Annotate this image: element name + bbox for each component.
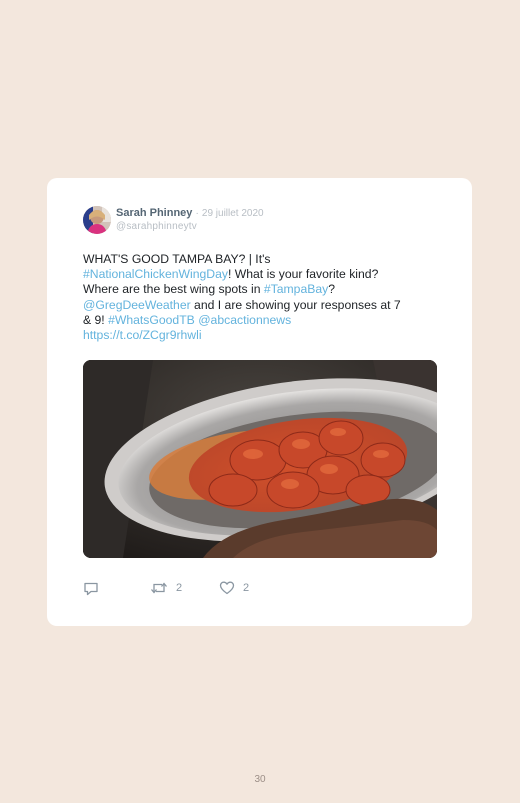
tweet-line-2: #NationalChickenWingDay! What is your fa… xyxy=(83,267,443,282)
like-button[interactable]: 2 xyxy=(219,579,249,597)
tweet-text-segment: and I are showing your responses at 7 xyxy=(190,297,401,312)
tweet-line-1: WHAT'S GOOD TAMPA BAY? | It's xyxy=(83,252,443,267)
tweet-text-segment: ! What is your favorite kind? xyxy=(227,267,379,282)
tweet-url-link[interactable]: https://t.co/ZCgr9rhwli xyxy=(83,328,202,342)
hashtag-link[interactable]: #NationalChickenWingDay xyxy=(83,267,228,281)
tweet-line-6: https://t.co/ZCgr9rhwli xyxy=(83,328,443,343)
meta-separator: · xyxy=(195,208,199,219)
author-avatar[interactable] xyxy=(83,206,111,234)
mention-link[interactable]: @GregDeeWeather xyxy=(83,298,191,312)
page-number: 30 xyxy=(254,774,266,785)
retweet-icon xyxy=(151,582,167,594)
hashtag-link[interactable]: #TampaBay xyxy=(264,282,328,296)
tweet-date[interactable]: 29 juillet 2020 xyxy=(202,208,264,219)
retweet-count: 2 xyxy=(176,582,183,594)
hashtag-link[interactable]: #WhatsGoodTB xyxy=(108,313,195,327)
tweet-text-segment: ? xyxy=(328,282,336,297)
retweet-button[interactable]: 2 xyxy=(150,579,182,597)
author-line: Sarah Phinney · 29 juillet 2020 xyxy=(116,206,264,221)
tweet-text-segment: & 9! xyxy=(83,312,109,327)
tweet-card: Sarah Phinney · 29 juillet 2020 @sarahph… xyxy=(47,178,472,626)
tweet-line-5: & 9! #WhatsGoodTB @abcactionnews xyxy=(83,313,443,328)
tweet-photo[interactable] xyxy=(83,360,437,558)
reply-icon xyxy=(84,582,98,596)
chicken-wings-image xyxy=(83,360,437,558)
tweet-text: WHAT'S GOOD TAMPA BAY? | It's #NationalC… xyxy=(83,252,443,343)
heart-icon xyxy=(219,581,235,595)
reply-button[interactable] xyxy=(83,579,99,597)
author-name[interactable]: Sarah Phinney xyxy=(116,207,192,219)
tweet-line-3: Where are the best wing spots in #TampaB… xyxy=(83,282,443,297)
tweet-actions: 2 2 xyxy=(83,579,383,597)
tweet-text-segment: Where are the best wing spots in xyxy=(83,282,264,297)
tweet-text-segment: WHAT'S GOOD TAMPA BAY? | It's xyxy=(83,252,271,266)
author-handle[interactable]: @sarahphinneytv xyxy=(116,220,197,233)
mention-link[interactable]: @abcactionnews xyxy=(198,313,291,327)
tweet-line-4: @GregDeeWeather and I are showing your r… xyxy=(83,298,443,313)
like-count: 2 xyxy=(243,582,250,594)
